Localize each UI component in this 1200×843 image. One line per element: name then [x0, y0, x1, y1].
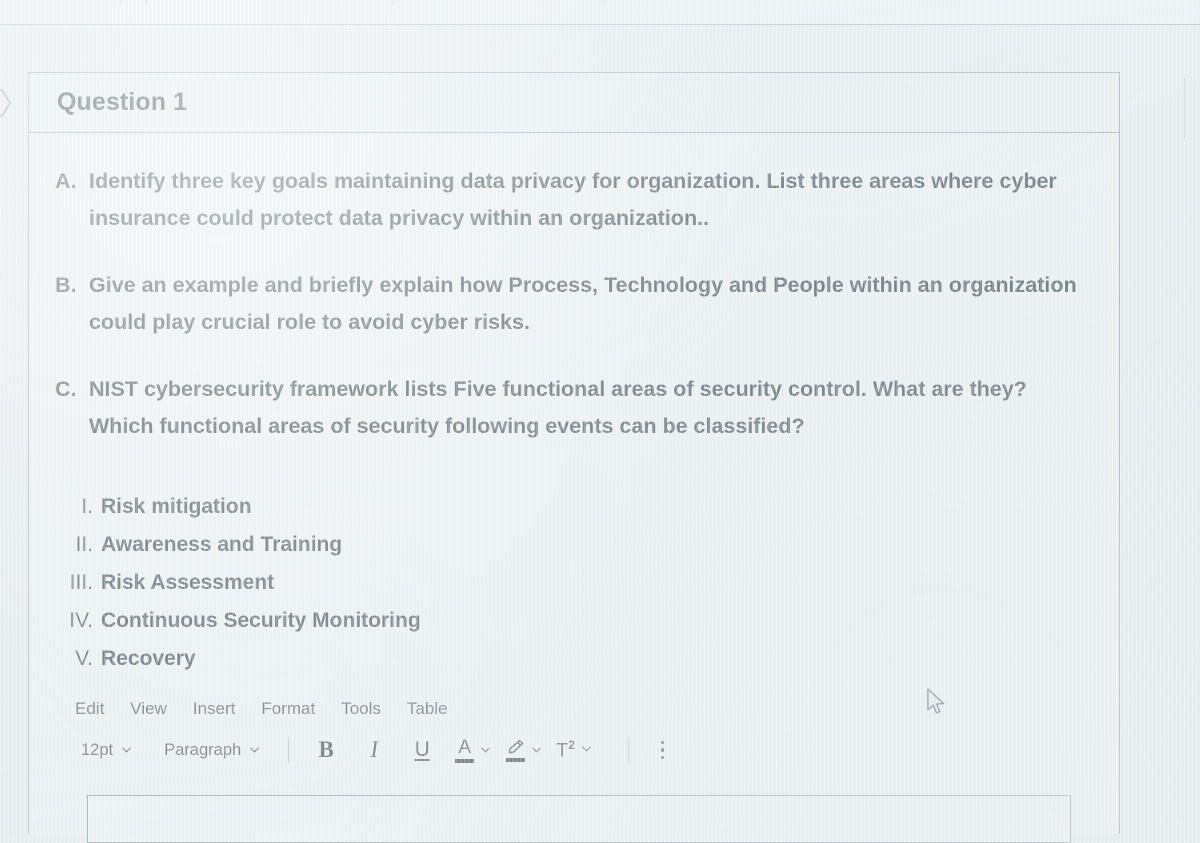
prompt-text: NIST cybersecurity framework lists Five … [89, 376, 1027, 438]
roman-item-label: Continuous Security Monitoring [101, 609, 421, 633]
roman-numeral: I. [81, 494, 93, 518]
text-color-control[interactable]: A [455, 738, 491, 763]
text-color-icon: A [455, 736, 475, 763]
rich-text-editor: Edit View Insert Format Tools Table 12pt [55, 692, 1093, 843]
more-options-icon[interactable] [651, 735, 673, 765]
list-item: I. Risk mitigation [55, 489, 1093, 525]
chevron-down-icon[interactable] [480, 744, 491, 755]
editor-format-toolbar: 12pt Paragraph B I U A T2 [55, 726, 1093, 774]
question-card: Question 1 A. Identify three key goals m… [28, 72, 1120, 843]
list-item: II. Awareness and Training [55, 527, 1093, 563]
top-strip-tick [604, 0, 605, 6]
prompt-text: Give an example and briefly explain how … [89, 272, 1077, 334]
roman-item-label: Awareness and Training [101, 532, 343, 556]
answer-text-input[interactable] [87, 795, 1071, 843]
kebab-dot [660, 755, 665, 760]
top-strip-tick [120, 0, 121, 6]
superscript-exponent: 2 [568, 737, 576, 752]
question-header: Question 1 [29, 73, 1119, 133]
list-item: C. NIST cybersecurity framework lists Fi… [55, 371, 1093, 445]
roman-numeral: V. [75, 647, 93, 671]
cut-off-top-strip [0, 0, 1200, 24]
toolbar-divider [288, 737, 290, 763]
top-divider-rule [0, 24, 1200, 25]
list-item: B. Give an example and briefly explain h… [55, 267, 1093, 341]
chevron-down-icon [249, 744, 260, 755]
editor-menu-bar: Edit View Insert Format Tools Table [55, 692, 1093, 726]
prompt-label: C. [55, 376, 77, 401]
menu-item-table[interactable]: Table [407, 699, 448, 719]
highlighter-pen-icon [505, 739, 525, 762]
roman-numeral: IV. [69, 609, 93, 633]
roman-numeral: II. [75, 532, 93, 556]
font-size-value: 12pt [81, 740, 114, 759]
chevron-down-icon[interactable] [581, 743, 592, 754]
menu-item-tools[interactable]: Tools [341, 699, 381, 719]
text-color-letter: A [458, 736, 472, 758]
prompt-list: A. Identify three key goals maintaining … [55, 163, 1093, 445]
prompt-text: Identify three key goals maintaining dat… [89, 169, 1057, 230]
page-title: Question 1 [57, 88, 188, 116]
prompt-label: B. [55, 272, 77, 297]
toolbar-divider [628, 737, 630, 763]
block-format-value: Paragraph [164, 740, 242, 759]
list-item: III. Risk Assessment [55, 565, 1093, 601]
menu-item-insert[interactable]: Insert [193, 699, 236, 719]
right-edge-divider [1184, 78, 1200, 138]
roman-item-label: Recovery [101, 647, 196, 671]
block-format-select[interactable]: Paragraph [158, 739, 266, 762]
font-size-select[interactable]: 12pt [75, 739, 138, 762]
superscript-letter: T [556, 740, 569, 762]
roman-item-label: Risk Assessment [101, 571, 275, 595]
prompt-label: A. [55, 169, 77, 193]
list-item: IV. Continuous Security Monitoring [55, 603, 1093, 639]
text-color-swatch [455, 758, 475, 763]
roman-numeral: III. [69, 571, 93, 595]
menu-item-edit[interactable]: Edit [75, 699, 104, 719]
top-strip-tick [392, 0, 393, 6]
kebab-dot [660, 748, 665, 752]
kebab-dot [660, 740, 665, 745]
collapse-panel-chevron-icon[interactable] [0, 86, 14, 120]
italic-button[interactable]: I [359, 734, 389, 766]
highlight-color-control[interactable] [505, 739, 542, 762]
chevron-down-icon[interactable] [531, 744, 542, 755]
list-item: A. Identify three key goals maintaining … [55, 163, 1093, 237]
underline-button[interactable]: U [407, 734, 437, 766]
superscript-icon: T2 [556, 738, 575, 762]
menu-item-view[interactable]: View [130, 699, 167, 719]
chevron-down-icon [121, 744, 132, 755]
roman-numeral-list: I. Risk mitigation II. Awareness and Tra… [55, 489, 1093, 678]
roman-item-label: Risk mitigation [101, 494, 252, 518]
question-body: A. Identify three key goals maintaining … [29, 133, 1119, 843]
top-strip-tick [146, 0, 147, 6]
superscript-control[interactable]: T2 [556, 738, 592, 762]
highlight-color-swatch [505, 757, 525, 762]
bold-button[interactable]: B [311, 734, 341, 766]
list-item: V. Recovery [55, 641, 1093, 677]
menu-item-format[interactable]: Format [261, 699, 315, 719]
